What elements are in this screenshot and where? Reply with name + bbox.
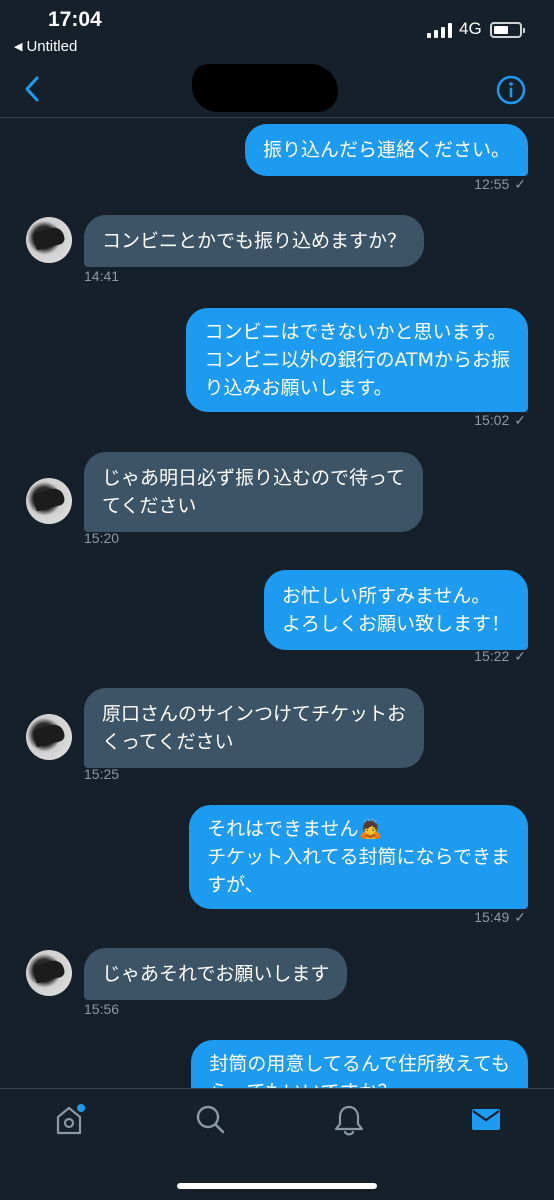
back-to-app-link[interactable]: ◀ Untitled bbox=[14, 38, 77, 55]
message-text: それはできません🙇 bbox=[207, 818, 383, 840]
outgoing-message[interactable]: 振り込んだら連絡ください。 bbox=[244, 124, 528, 176]
back-app-label: Untitled bbox=[26, 38, 78, 55]
home-icon[interactable] bbox=[54, 1103, 86, 1137]
message-timestamp: 14:41 bbox=[84, 268, 120, 284]
message-text: お忙しい所すみません。 bbox=[281, 585, 491, 607]
sent-check-icon: ✓ bbox=[514, 909, 526, 925]
notifications-bell-icon[interactable] bbox=[333, 1103, 365, 1137]
sent-check-icon: ✓ bbox=[514, 412, 526, 428]
message-text: くってください bbox=[102, 731, 234, 753]
message-text: よろしくお願い致します！ bbox=[281, 613, 510, 635]
incoming-message[interactable]: じゃあそれでお願いします bbox=[84, 948, 348, 1000]
message-text: すが、 bbox=[207, 874, 264, 896]
outgoing-message[interactable]: お忙しい所すみません。 よろしくお願い致します！ bbox=[263, 570, 528, 650]
chevron-left-icon[interactable] bbox=[20, 74, 46, 104]
message-timestamp: 15:22 ✓ bbox=[474, 648, 526, 664]
message-text: じゃあ明日必ず振り込むので待って bbox=[102, 467, 406, 489]
conversation-header bbox=[0, 60, 554, 118]
message-timestamp: 12:55 ✓ bbox=[474, 176, 526, 192]
message-text: コンビニとかでも振り込めますか？ bbox=[102, 230, 407, 252]
sent-check-icon: ✓ bbox=[514, 176, 526, 192]
outgoing-message[interactable]: コンビニはできないかと思います。 コンビニ以外の銀行のATMからお振 り込みお願… bbox=[186, 308, 528, 412]
sent-check-icon: ✓ bbox=[514, 648, 526, 664]
incoming-message[interactable]: じゃあ明日必ず振り込むので待って てください bbox=[84, 452, 424, 532]
cellular-signal-icon bbox=[427, 22, 452, 38]
message-text: チケット入れてる封筒にならできま bbox=[207, 846, 510, 868]
message-text: 振り込んだら連絡ください。 bbox=[262, 139, 510, 161]
avatar[interactable] bbox=[26, 714, 72, 760]
avatar[interactable] bbox=[26, 478, 72, 524]
search-icon[interactable] bbox=[194, 1103, 226, 1137]
status-bar: 17:04 ◀ Untitled 4G bbox=[0, 0, 554, 60]
messages-mail-icon[interactable] bbox=[470, 1103, 502, 1137]
outgoing-message[interactable]: それはできません🙇 チケット入れてる封筒にならできま すが、 bbox=[189, 805, 528, 909]
incoming-message[interactable]: 原口さんのサインつけてチケットお くってください bbox=[84, 688, 425, 768]
message-text: り込みお願いします。 bbox=[204, 377, 393, 399]
battery-icon bbox=[490, 22, 525, 38]
message-timestamp: 15:49 ✓ bbox=[474, 909, 526, 925]
message-text: 封筒の用意してるんで住所教えても bbox=[209, 1053, 510, 1075]
avatar[interactable] bbox=[26, 950, 72, 996]
status-time: 17:04 bbox=[48, 8, 102, 31]
message-text: じゃあそれでお願いします bbox=[102, 963, 330, 985]
message-text: てください bbox=[102, 495, 197, 517]
incoming-message[interactable]: コンビニとかでも振り込めますか？ bbox=[84, 215, 425, 267]
info-circle-icon[interactable] bbox=[495, 74, 527, 106]
message-text: コンビニはできないかと思います。 bbox=[204, 321, 507, 343]
redacted-contact-name bbox=[192, 64, 338, 112]
message-timestamp: 15:25 bbox=[84, 766, 120, 782]
message-text: コンビニ以外の銀行のATMからお振 bbox=[204, 349, 510, 371]
message-timestamp: 15:02 ✓ bbox=[474, 412, 526, 428]
network-type: 4G bbox=[459, 19, 482, 38]
back-triangle-icon: ◀ bbox=[14, 41, 23, 53]
message-timestamp: 15:56 bbox=[84, 1001, 120, 1017]
avatar[interactable] bbox=[26, 217, 72, 263]
home-indicator[interactable] bbox=[177, 1183, 377, 1189]
message-text: 原口さんのサインつけてチケットお bbox=[102, 703, 407, 725]
message-timestamp: 15:20 bbox=[84, 530, 120, 546]
